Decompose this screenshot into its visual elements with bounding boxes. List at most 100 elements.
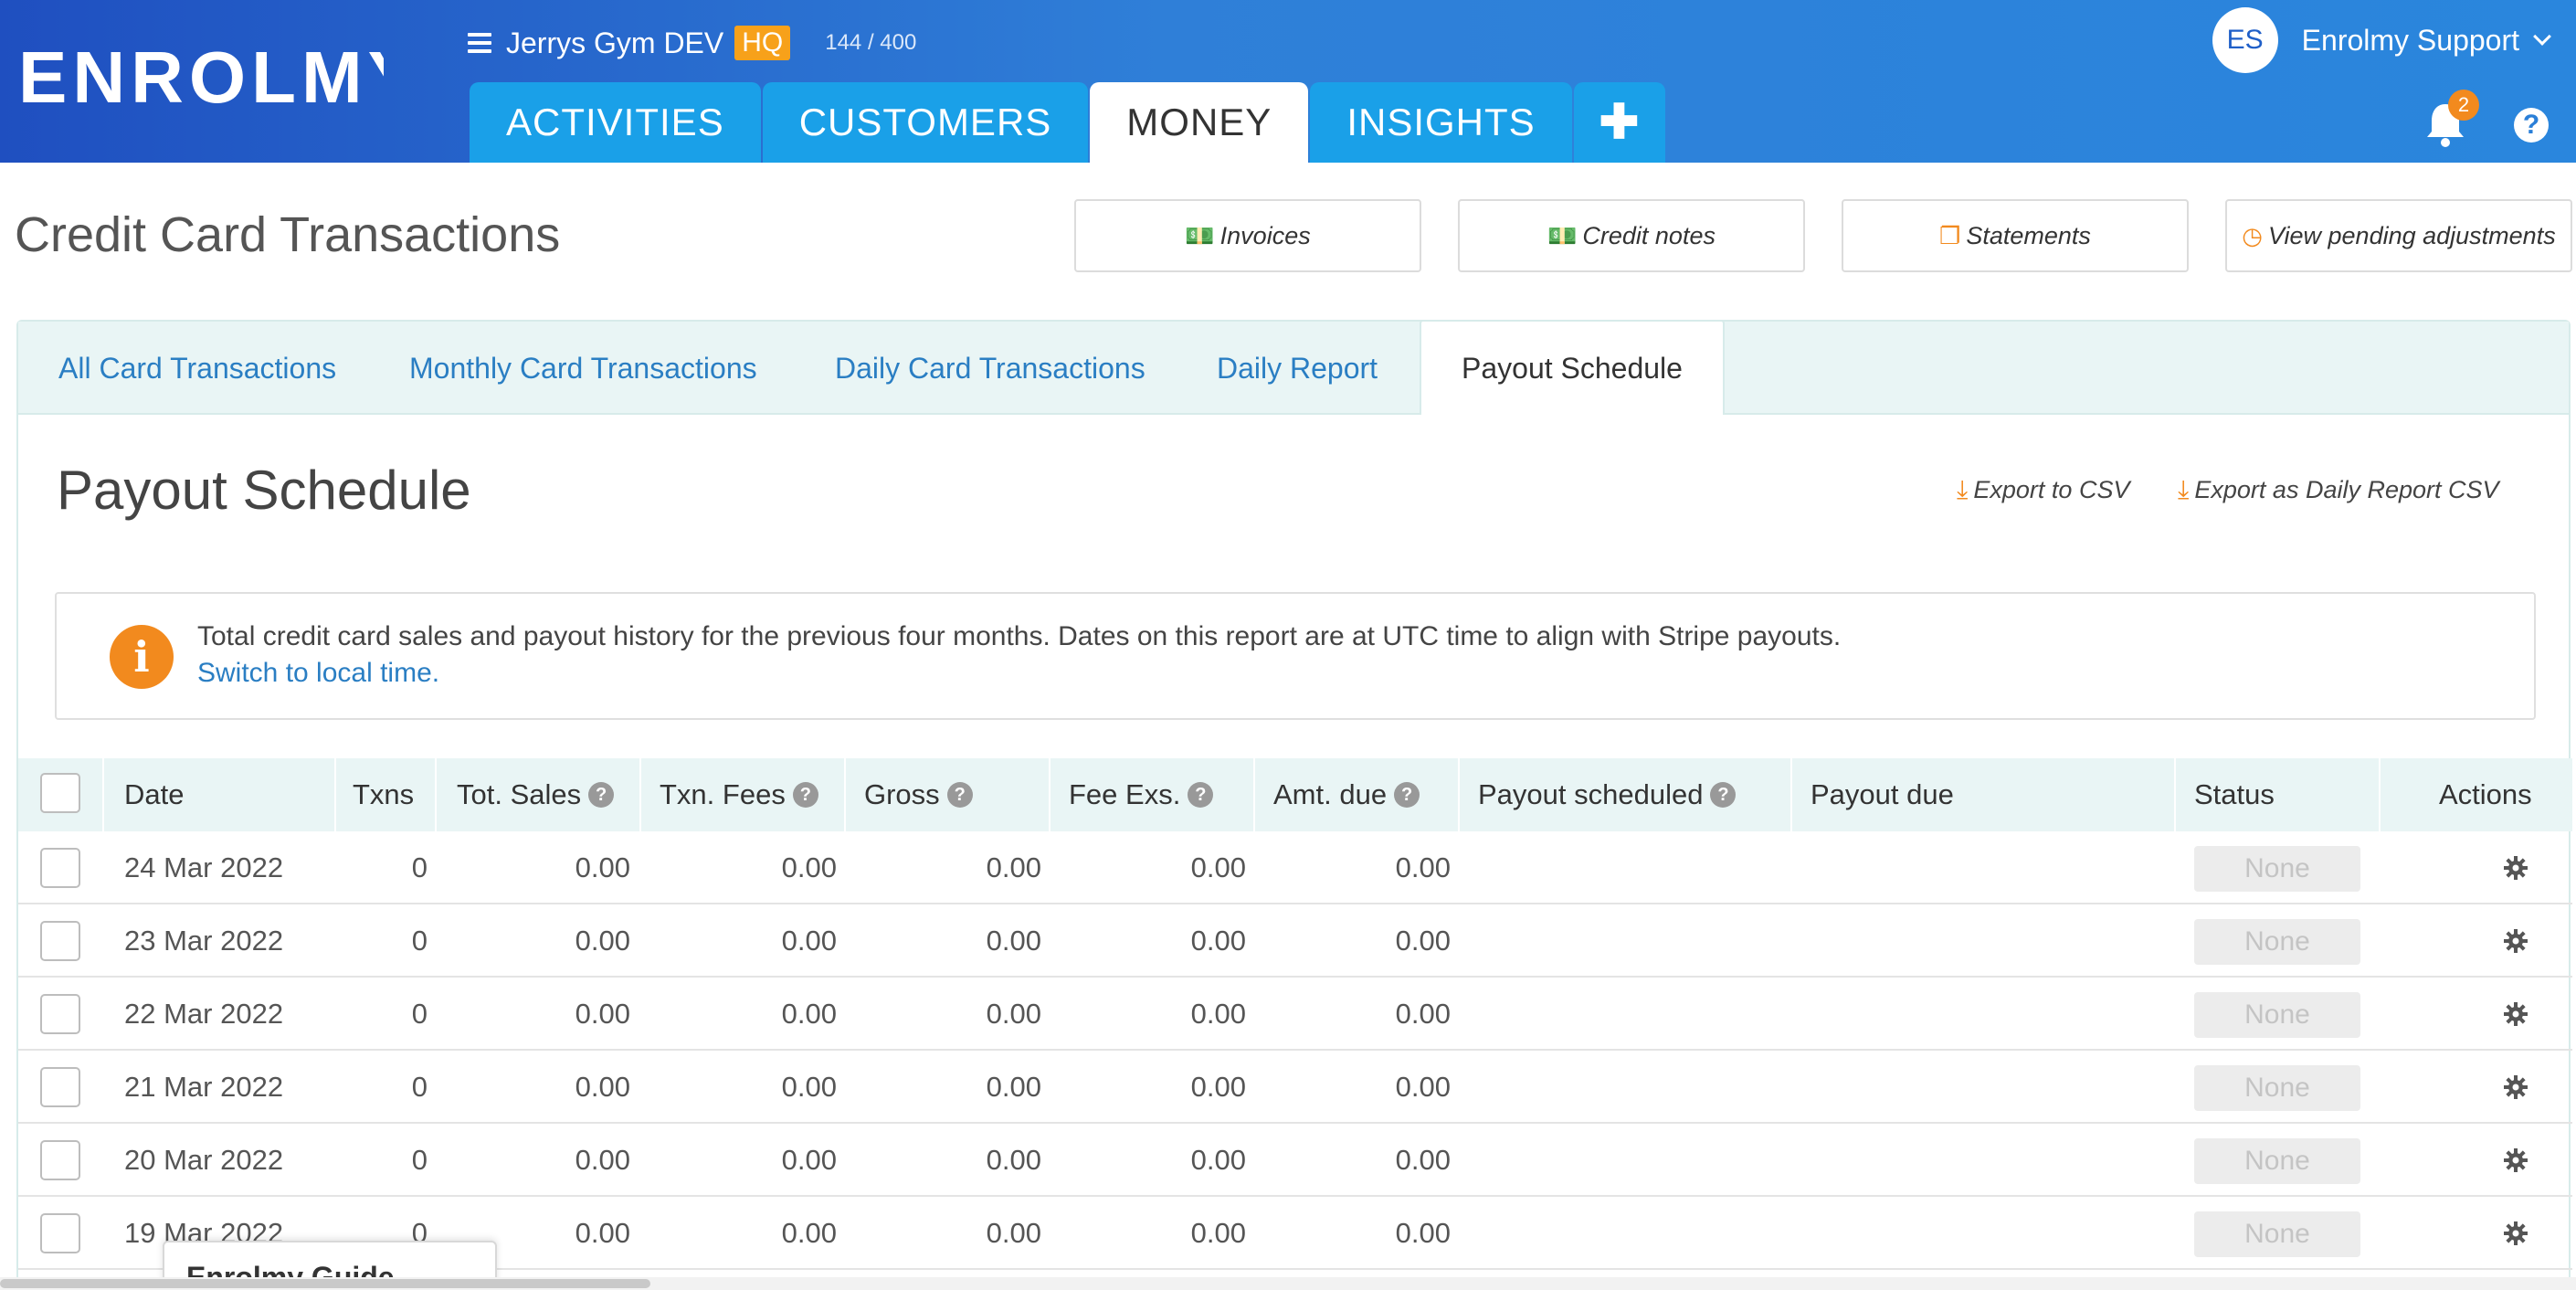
row-checkbox[interactable] <box>40 1140 80 1180</box>
cell-amt-due: 0.00 <box>1395 998 1451 1030</box>
help-icon[interactable]: ? <box>588 782 615 808</box>
gear-icon[interactable] <box>2503 928 2528 954</box>
enrolmy-logo[interactable]: ENROLMY <box>18 37 384 119</box>
gear-icon[interactable] <box>2503 1074 2528 1100</box>
row-checkbox[interactable] <box>40 1067 80 1107</box>
cell-amt-due: 0.00 <box>1395 1144 1451 1176</box>
info-icon: i <box>110 625 174 689</box>
cell-date: 24 Mar 2022 <box>124 851 284 883</box>
notification-badge: 2 <box>2448 90 2479 121</box>
row-checkbox[interactable] <box>40 848 80 888</box>
export-daily-label: Export as Daily Report CSV <box>2194 476 2499 503</box>
money-icon: 💵 <box>1185 221 1215 249</box>
avatar: ES <box>2212 7 2278 73</box>
cell-gross: 0.00 <box>986 998 1041 1030</box>
col-tot-sales[interactable]: Tot. Sales? <box>457 758 615 831</box>
row-checkbox[interactable] <box>40 921 80 961</box>
cell-gross: 0.00 <box>986 851 1041 883</box>
col-fee-exs-label: Fee Exs. <box>1069 778 1181 810</box>
table-header: Date Txns Tot. Sales? Txn. Fees? Gross? … <box>18 758 2572 831</box>
statements-button[interactable]: ❐ Statements <box>1842 199 2189 272</box>
help-icon[interactable]: ? <box>1394 782 1420 808</box>
cell-gross: 0.00 <box>986 1071 1041 1103</box>
cell-fee-exs: 0.00 <box>1190 1144 1246 1176</box>
cell-txn-fees: 0.00 <box>781 1217 837 1249</box>
user-name: Enrolmy Support <box>2301 23 2519 57</box>
page-title: Credit Card Transactions <box>15 207 561 262</box>
brand-text: ENROLMY <box>18 37 384 118</box>
col-txn-fees-label: Txn. Fees <box>660 778 786 810</box>
nav-tab-money[interactable]: MONEY <box>1090 82 1309 163</box>
cell-fee-exs: 0.00 <box>1190 1217 1246 1249</box>
view-pending-adjustments-label: View pending adjustments <box>2267 221 2556 249</box>
col-gross[interactable]: Gross? <box>864 758 973 831</box>
gear-icon[interactable] <box>2503 855 2528 881</box>
invoices-button[interactable]: 💵 Invoices <box>1074 199 1421 272</box>
status-badge: None <box>2194 919 2360 965</box>
col-payout-due[interactable]: Payout due <box>1811 758 1954 831</box>
add-tab-button[interactable]: ✚ <box>1573 82 1666 163</box>
status-badge: None <box>2194 1065 2360 1111</box>
select-all-checkbox[interactable] <box>40 773 80 813</box>
gear-icon[interactable] <box>2503 1001 2528 1027</box>
row-checkbox[interactable] <box>40 1213 80 1253</box>
cell-amt-due: 0.00 <box>1395 1217 1451 1249</box>
scrollbar-thumb[interactable] <box>0 1279 650 1288</box>
view-pending-adjustments-button[interactable]: ◷ View pending adjustments <box>2225 199 2572 272</box>
export-daily-report-csv-link[interactable]: ⤓ Export as Daily Report CSV <box>2178 475 2499 505</box>
status-badge: None <box>2194 1211 2360 1257</box>
col-amt-due-label: Amt. due <box>1273 778 1388 810</box>
cell-tot-sales: 0.00 <box>575 998 630 1030</box>
status-badge: None <box>2194 846 2360 892</box>
help-icon[interactable]: ? <box>1710 782 1737 808</box>
tab-daily-card-transactions[interactable]: Daily Card Transactions <box>835 322 1145 415</box>
tab-payout-schedule[interactable]: Payout Schedule <box>1420 320 1725 415</box>
cell-date: 22 Mar 2022 <box>124 998 284 1030</box>
cell-tot-sales: 0.00 <box>575 851 630 883</box>
statements-label: Statements <box>1966 221 2091 249</box>
table-row: 21 Mar 2022 0 0.00 0.00 0.00 0.00 0.00 None <box>18 1051 2572 1124</box>
hq-badge: HQ <box>734 26 791 60</box>
col-payout-scheduled[interactable]: Payout scheduled? <box>1478 758 1737 831</box>
gear-icon[interactable] <box>2503 1221 2528 1246</box>
content-panel: All Card Transactions Monthly Card Trans… <box>16 320 2572 1290</box>
col-txns[interactable]: Txns <box>353 758 414 831</box>
col-txn-fees[interactable]: Txn. Fees? <box>660 758 818 831</box>
export-csv-link[interactable]: ⤓ Export to CSV <box>1957 475 2129 505</box>
help-icon[interactable]: ? <box>2514 108 2549 143</box>
help-icon[interactable]: ? <box>946 782 973 808</box>
tab-daily-report[interactable]: Daily Report <box>1217 322 1378 415</box>
switch-local-time-link[interactable]: Switch to local time. <box>197 658 439 689</box>
cell-gross: 0.00 <box>986 925 1041 957</box>
nav-tab-insights[interactable]: INSIGHTS <box>1310 82 1572 163</box>
nav-tab-activities[interactable]: ACTIVITIES <box>470 82 761 163</box>
cell-txns: 0 <box>411 1071 428 1103</box>
credit-notes-button[interactable]: 💵 Credit notes <box>1458 199 1805 272</box>
gear-icon[interactable] <box>2503 1147 2528 1173</box>
cell-amt-due: 0.00 <box>1395 925 1451 957</box>
col-status[interactable]: Status <box>2194 758 2275 831</box>
user-menu[interactable]: ES Enrolmy Support <box>2212 7 2551 73</box>
credit-notes-label: Credit notes <box>1582 221 1716 249</box>
col-actions: Actions <box>2439 778 2532 810</box>
col-fee-exs[interactable]: Fee Exs.? <box>1069 758 1214 831</box>
cell-fee-exs: 0.00 <box>1190 851 1246 883</box>
money-icon: 💵 <box>1547 221 1578 249</box>
tab-all-card-transactions[interactable]: All Card Transactions <box>58 322 336 415</box>
help-icon[interactable]: ? <box>1188 782 1214 808</box>
hamburger-icon[interactable] <box>468 33 491 53</box>
usage-count: 144 / 400 <box>825 30 917 55</box>
cell-txn-fees: 0.00 <box>781 925 837 957</box>
row-checkbox[interactable] <box>40 994 80 1034</box>
nav-tab-customers[interactable]: CUSTOMERS <box>762 82 1089 163</box>
sub-tabs: All Card Transactions Monthly Card Trans… <box>18 320 2569 415</box>
chevron-down-icon <box>2533 27 2551 46</box>
col-date[interactable]: Date <box>124 758 184 831</box>
col-amt-due[interactable]: Amt. due? <box>1273 758 1420 831</box>
cell-tot-sales: 0.00 <box>575 925 630 957</box>
tab-monthly-card-transactions[interactable]: Monthly Card Transactions <box>409 322 757 415</box>
info-text: Total credit card sales and payout histo… <box>197 621 1842 651</box>
table-row: 20 Mar 2022 0 0.00 0.00 0.00 0.00 0.00 None <box>18 1124 2572 1197</box>
help-icon[interactable]: ? <box>792 782 818 808</box>
org-selector[interactable]: Jerrys Gym DEV HQ 144 / 400 <box>468 24 916 62</box>
